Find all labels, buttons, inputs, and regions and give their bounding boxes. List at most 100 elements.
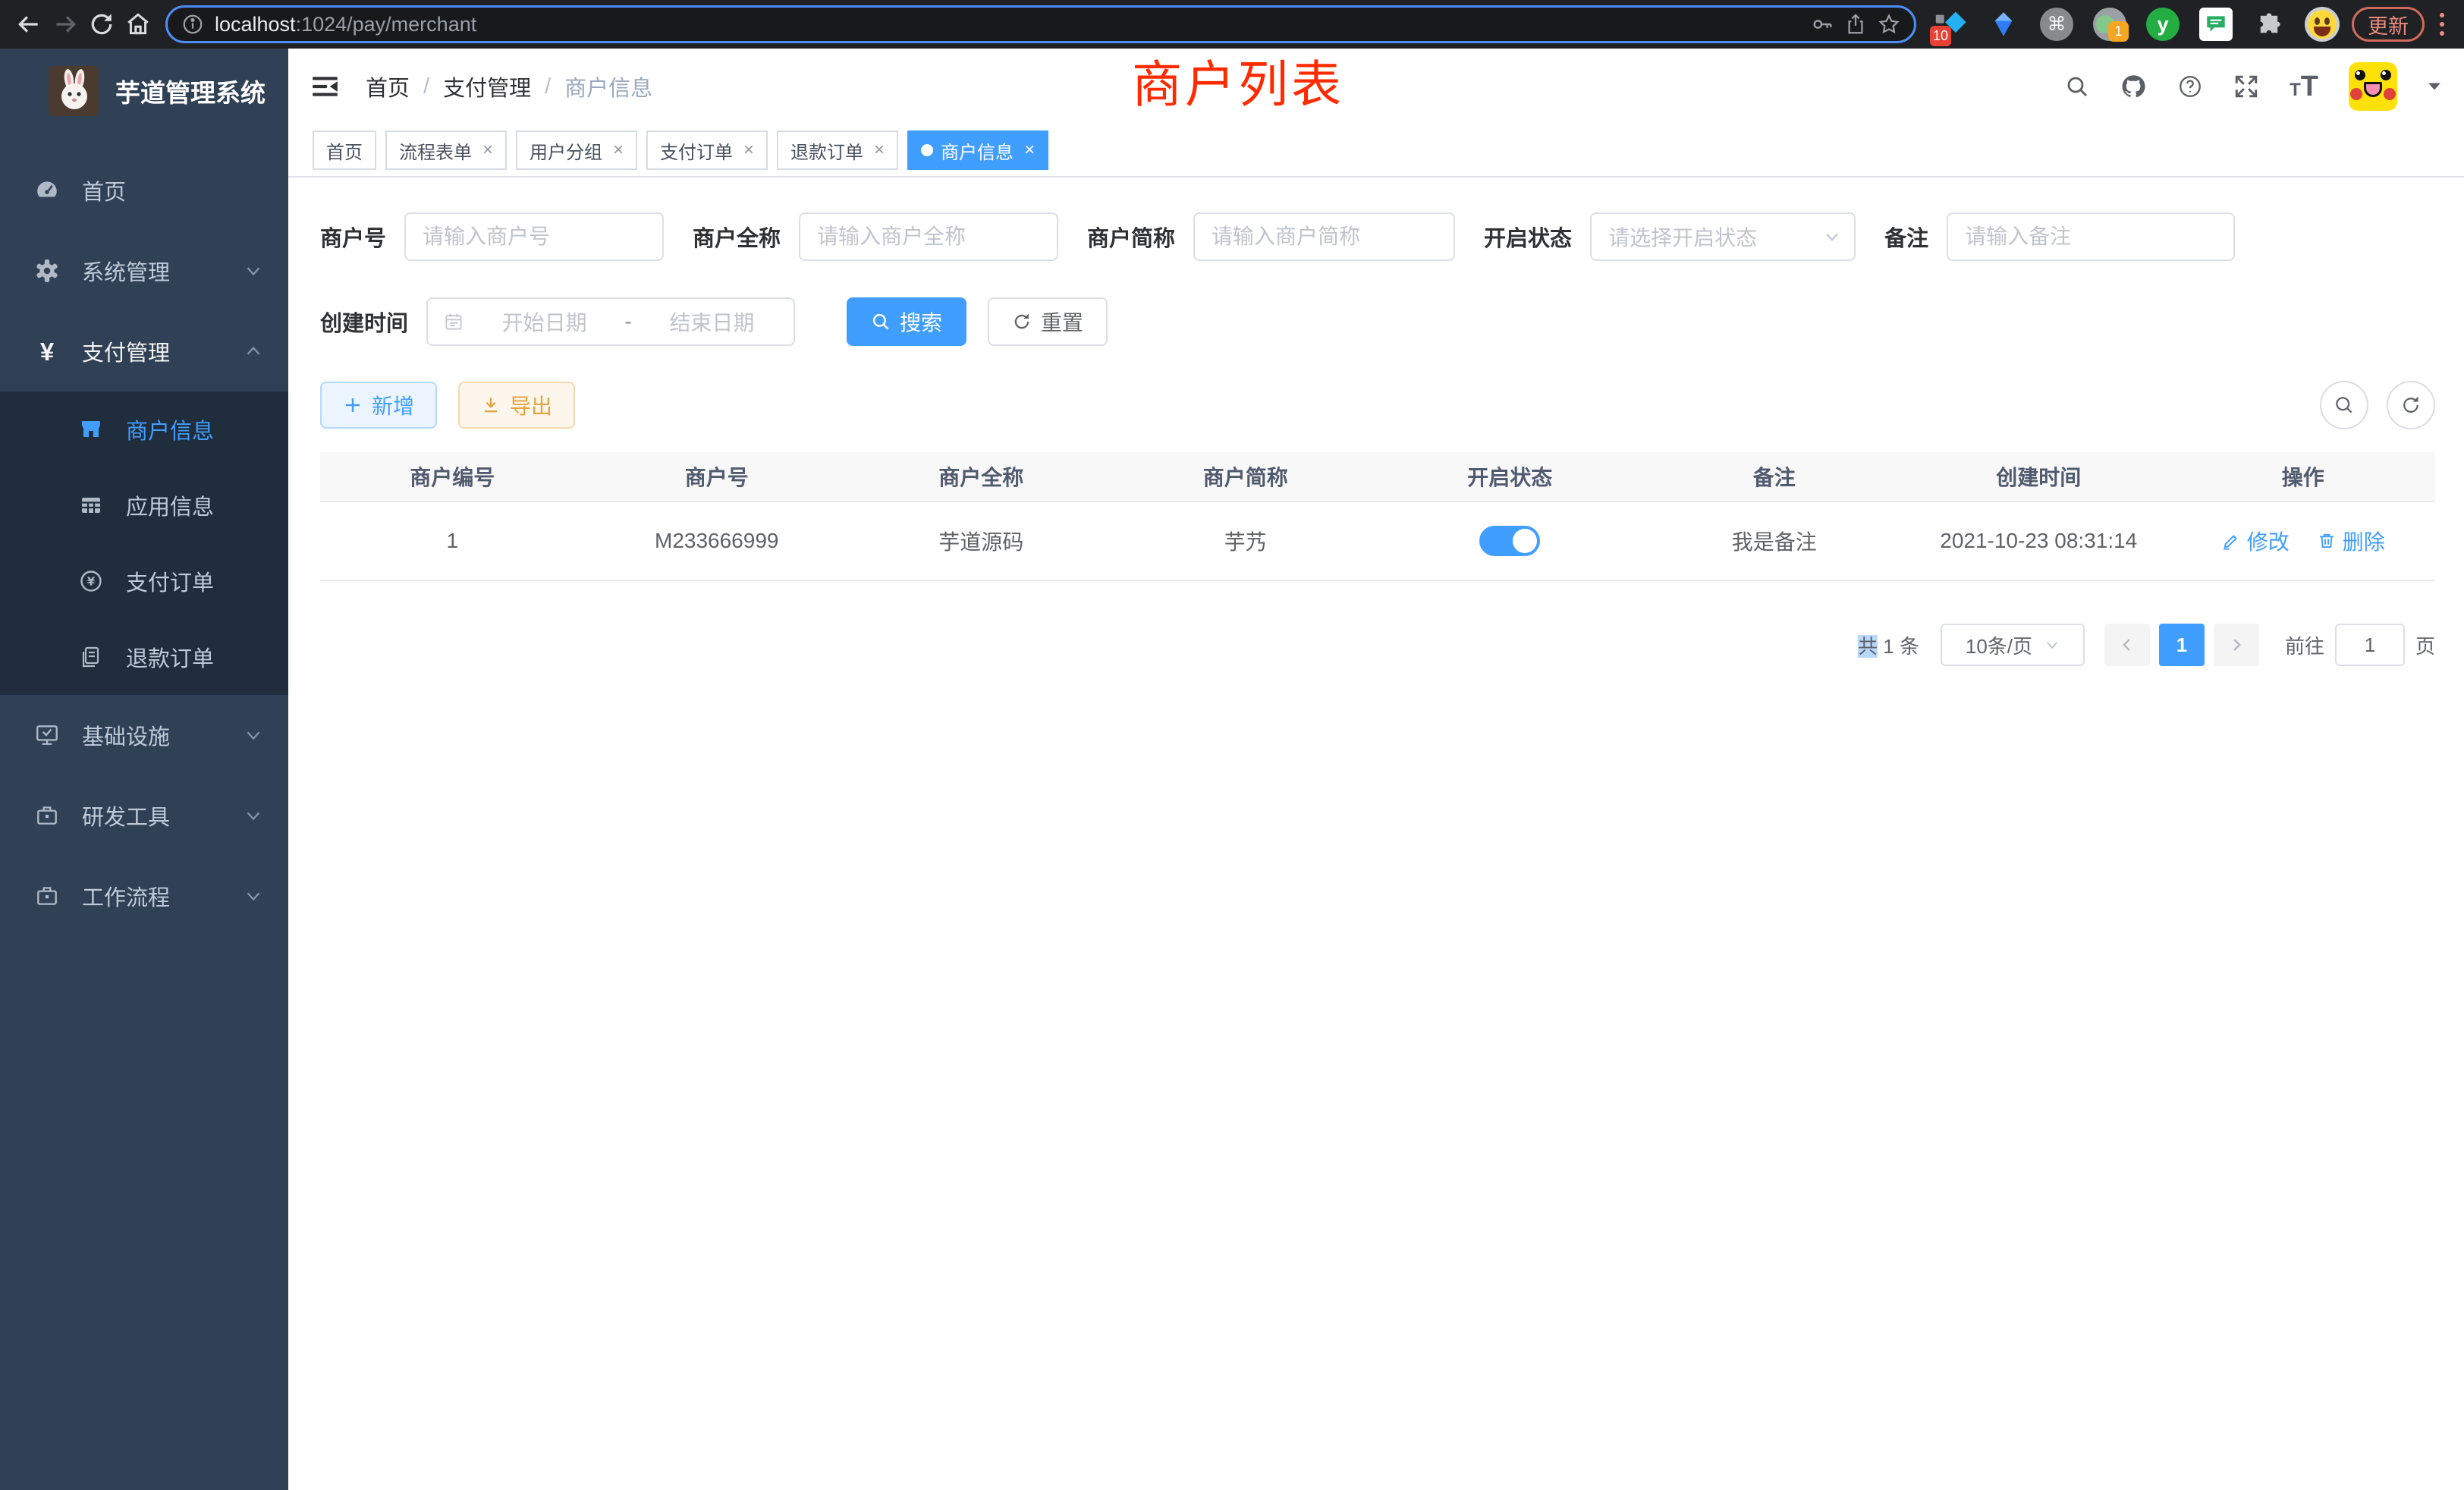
browser-update-button[interactable]: 更新: [2352, 7, 2425, 42]
dashboard-icon: [30, 178, 64, 203]
prev-page-button[interactable]: [2104, 624, 2150, 666]
font-size-icon[interactable]: TT: [2290, 71, 2318, 103]
edit-link[interactable]: 修改: [2221, 526, 2290, 556]
extension-chat-icon[interactable]: [2198, 7, 2233, 42]
svg-text:¥: ¥: [87, 575, 96, 589]
browser-menu-icon[interactable]: [2431, 7, 2453, 42]
page-unit-label: 页: [2415, 631, 2435, 659]
filter-merchant-no: 商户号: [320, 212, 664, 261]
tab-merchant-info[interactable]: 商户信息 ×: [907, 130, 1048, 170]
password-key-icon[interactable]: [1811, 13, 1834, 36]
browser-back-button[interactable]: [11, 6, 47, 42]
chevron-up-icon: [244, 342, 262, 360]
close-icon[interactable]: ×: [482, 140, 493, 161]
breadcrumb-current: 商户信息: [564, 71, 652, 102]
sidebar-item-refund-order[interactable]: 退款订单: [0, 619, 288, 695]
close-icon[interactable]: ×: [874, 140, 885, 161]
filter-label: 开启状态: [1484, 221, 1572, 253]
date-range-separator: -: [624, 310, 631, 334]
short-name-input[interactable]: [1193, 212, 1455, 261]
browser-reload-button[interactable]: [83, 6, 120, 42]
cell-full-name: 芋道源码: [849, 526, 1114, 556]
header-search-icon[interactable]: [2065, 74, 2089, 99]
breadcrumb-home[interactable]: 首页: [366, 71, 410, 102]
help-icon[interactable]: [2177, 74, 2203, 99]
avatar-caret-down-icon[interactable]: [2428, 82, 2441, 91]
date-range-picker[interactable]: 开始日期 - 结束日期: [426, 297, 795, 346]
page-number-1[interactable]: 1: [2159, 624, 2205, 666]
page-jump: 前往 页: [2285, 624, 2435, 666]
export-button[interactable]: 导出: [458, 382, 575, 429]
sidebar-item-home[interactable]: 首页: [0, 150, 288, 231]
breadcrumb-payment[interactable]: 支付管理: [443, 71, 531, 102]
sidebar-item-label: 工作流程: [82, 880, 170, 912]
status-select[interactable]: 请选择开启状态: [1590, 212, 1856, 261]
profile-emoji-icon[interactable]: [2305, 7, 2340, 42]
sidebar-item-payment[interactable]: ¥ 支付管理: [0, 311, 288, 391]
extension-badge: 10: [1930, 26, 1951, 46]
tab-pay-order[interactable]: 支付订单 ×: [646, 130, 768, 170]
sidebar: 芋道管理系统 首页 系统管理 ¥ 支付管理: [0, 49, 288, 1490]
merchant-no-input[interactable]: [404, 212, 664, 261]
browser-chrome: localhost:1024/pay/merchant 10 ⌘ 1 y: [0, 0, 2464, 49]
chevron-down-icon: [244, 887, 262, 905]
active-tab-dot: [921, 144, 933, 156]
merchant-name-input[interactable]: [799, 212, 1058, 261]
extension-command-icon[interactable]: ⌘: [2039, 7, 2074, 42]
monitor-icon: [30, 722, 64, 748]
url-bar[interactable]: localhost:1024/pay/merchant: [165, 5, 1916, 43]
next-page-button[interactable]: [2214, 624, 2259, 666]
chevron-down-icon: [2044, 637, 2060, 652]
tab-user-group[interactable]: 用户分组 ×: [516, 130, 637, 170]
breadcrumb-separator: /: [423, 74, 429, 99]
sidebar-item-app-info[interactable]: 应用信息: [0, 467, 288, 543]
sidebar-collapse-icon[interactable]: [311, 74, 340, 99]
share-icon[interactable]: [1844, 13, 1867, 36]
app-title: 芋道管理系统: [115, 73, 266, 109]
extension-recorder-icon[interactable]: 1: [2092, 7, 2127, 42]
status-toggle[interactable]: [1479, 526, 1540, 556]
extension-y-icon[interactable]: y: [2145, 7, 2180, 42]
app-logo-row[interactable]: 芋道管理系统: [0, 49, 288, 134]
gear-icon: [30, 258, 64, 284]
cell-short-name: 芋艿: [1114, 526, 1378, 556]
close-icon[interactable]: ×: [613, 140, 624, 161]
bookmark-star-icon[interactable]: [1878, 13, 1900, 36]
tags-view-bar: 首页 流程表单 × 用户分组 × 支付订单 × 退款订单 × 商户信息 ×: [288, 124, 2464, 178]
browser-forward-button[interactable]: [47, 6, 83, 42]
close-icon[interactable]: ×: [1024, 140, 1035, 161]
site-info-icon[interactable]: [181, 13, 204, 36]
col-header: 商户编号: [320, 461, 585, 492]
remark-input[interactable]: [1947, 212, 2235, 261]
tab-home[interactable]: 首页: [313, 130, 376, 170]
search-button[interactable]: 搜索: [847, 297, 966, 346]
browser-home-button[interactable]: [120, 6, 156, 42]
sidebar-item-pay-order[interactable]: ¥ 支付订单: [0, 543, 288, 619]
github-icon[interactable]: [2120, 73, 2147, 100]
filter-label: 备注: [1884, 221, 1928, 253]
sidebar-item-workflow[interactable]: 工作流程: [0, 856, 288, 936]
delete-link[interactable]: 删除: [2317, 526, 2385, 556]
filter-row-1: 商户号 商户全称 商户简称 开启状态 请选择开启状态: [320, 212, 2435, 261]
sidebar-item-infrastructure[interactable]: 基础设施: [0, 695, 288, 775]
goto-page-input[interactable]: [2335, 624, 2405, 666]
page-size-select[interactable]: 10条/页: [1941, 624, 2085, 666]
reset-button[interactable]: 重置: [988, 297, 1108, 346]
extensions-puzzle-icon[interactable]: [2252, 7, 2286, 42]
extension-gem-icon[interactable]: [1986, 7, 2021, 42]
tab-process-form[interactable]: 流程表单 ×: [385, 130, 507, 170]
close-icon[interactable]: ×: [743, 140, 754, 161]
tab-refund-order[interactable]: 退款订单 ×: [777, 130, 898, 170]
add-button[interactable]: 新增: [320, 382, 437, 429]
user-avatar[interactable]: [2349, 62, 2397, 111]
filter-row-2: 创建时间 开始日期 - 结束日期 搜索 重置: [320, 297, 2435, 346]
extension-monkey-icon[interactable]: 10: [1933, 7, 1968, 42]
hide-search-button[interactable]: [2320, 381, 2368, 429]
fullscreen-icon[interactable]: [2233, 74, 2259, 99]
yen-circle-icon: ¥: [74, 569, 108, 593]
sidebar-item-dev-tools[interactable]: 研发工具: [0, 775, 288, 856]
sidebar-item-merchant-info[interactable]: 商户信息: [0, 391, 288, 467]
refresh-button[interactable]: [2387, 381, 2435, 429]
filter-short-name: 商户简称: [1087, 212, 1455, 261]
sidebar-item-system[interactable]: 系统管理: [0, 231, 288, 311]
